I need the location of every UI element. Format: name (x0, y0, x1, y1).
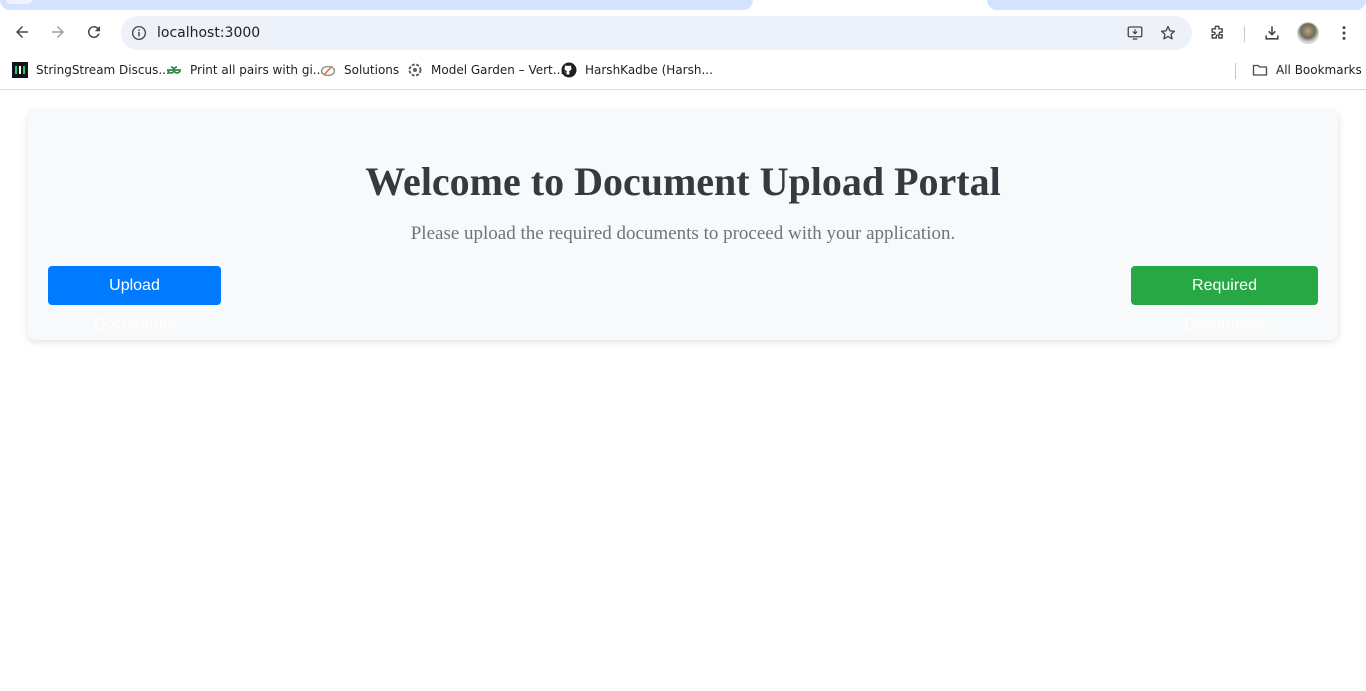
solutions-icon (320, 62, 336, 78)
bookmark-item-print-pairs[interactable]: Print all pairs with gi... (166, 56, 324, 84)
profile-avatar[interactable] (1297, 22, 1319, 44)
hackerrank-icon (12, 62, 28, 78)
browser-toolbar: localhost:3000 (0, 10, 1366, 56)
browser-menu-icon[interactable] (1332, 21, 1356, 45)
tab-strip (0, 0, 1366, 10)
all-bookmarks-button[interactable]: All Bookmarks (1252, 56, 1362, 84)
bookmark-label: Solutions (344, 63, 400, 77)
bookmarks-bar: StringStream Discus... Print all pairs w… (0, 56, 1366, 90)
forward-arrow-icon (52, 26, 64, 38)
bookmark-item-model-garden[interactable]: Model Garden – Vert... (407, 56, 564, 84)
required-documents-button[interactable]: Required Documents (1131, 266, 1318, 333)
reload-icon (87, 26, 100, 39)
inactive-tab-right[interactable] (987, 0, 1366, 10)
folder-icon (1252, 62, 1268, 78)
vertex-ai-icon (407, 62, 423, 78)
all-bookmarks-label: All Bookmarks (1276, 63, 1362, 77)
site-info-icon[interactable] (129, 23, 149, 43)
bookmark-item-solutions[interactable]: Solutions (320, 56, 399, 84)
install-app-icon[interactable] (1125, 23, 1145, 43)
bookmark-label: StringStream Discus... (36, 63, 170, 77)
welcome-card: Welcome to Document Upload Portal Please… (28, 110, 1338, 340)
url-text[interactable]: localhost:3000 (157, 16, 260, 50)
reload-button[interactable] (80, 18, 108, 46)
forward-button[interactable] (44, 18, 72, 46)
address-bar[interactable]: localhost:3000 (121, 16, 1192, 50)
downloads-icon[interactable] (1260, 21, 1284, 45)
page-subtitle: Please upload the required documents to … (410, 223, 956, 244)
back-arrow-icon (16, 26, 28, 38)
bookmark-item-stringstream[interactable]: StringStream Discus... (12, 56, 170, 84)
github-icon (561, 62, 577, 78)
page-title: Welcome to Document Upload Portal (365, 159, 1001, 204)
toolbar-separator (1244, 26, 1245, 42)
bookmark-star-icon[interactable] (1158, 23, 1178, 43)
bookmark-item-github[interactable]: HarshKadbe (Harsh... (561, 56, 713, 84)
bookmark-label: Print all pairs with gi... (190, 63, 325, 77)
geeksforgeeks-icon (166, 62, 182, 78)
extensions-icon[interactable] (1206, 21, 1230, 45)
bookmark-label: HarshKadbe (Harsh... (585, 63, 713, 77)
inactive-tab-left[interactable] (0, 0, 753, 10)
upload-documents-button[interactable]: Upload Documents (48, 266, 221, 333)
bookmark-label: Model Garden – Vert... (431, 63, 565, 77)
tab-favicon-placeholder (6, 0, 32, 4)
bookmarks-separator (1235, 63, 1236, 79)
back-button[interactable] (8, 18, 36, 46)
